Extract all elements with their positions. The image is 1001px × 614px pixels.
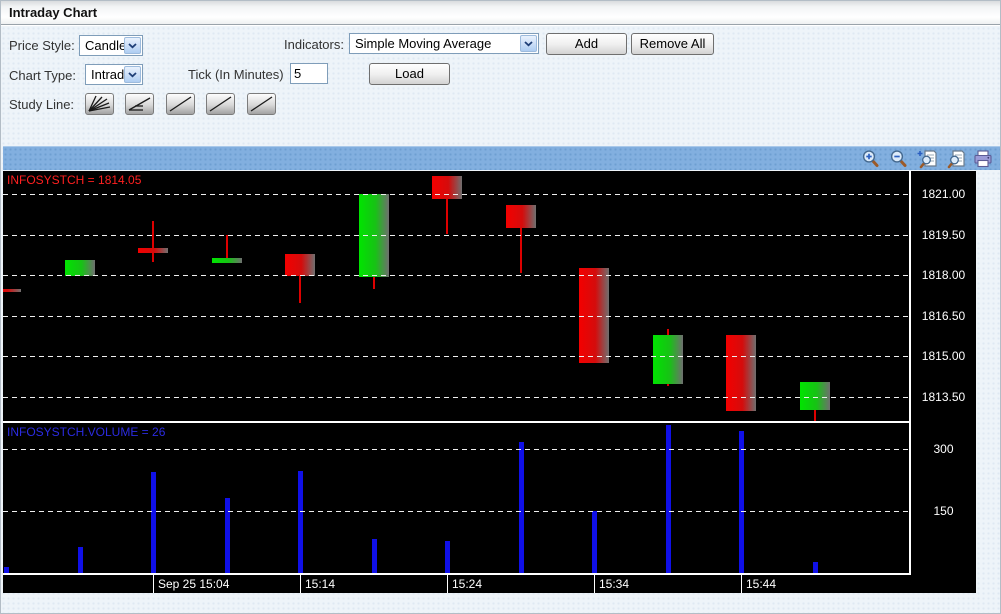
add-button[interactable]: Add [546, 33, 627, 55]
volume-bar [666, 425, 671, 573]
price-axis-panel: 1821.00 1819.50 1818.00 1816.50 1815.00 1813.… [911, 171, 976, 575]
time-axis-label: 15:14 [305, 577, 335, 591]
remove-all-button[interactable]: Remove All [631, 33, 714, 55]
study-line-angle-button[interactable] [125, 93, 154, 115]
price-gridline [3, 235, 909, 236]
volume-bar [4, 567, 9, 573]
price-gridline [3, 194, 909, 195]
price-axis-label: 1815.00 [911, 349, 976, 363]
volume-axis-label: 300 [911, 442, 976, 456]
volume-bar [813, 562, 818, 573]
page-title: Intraday Chart [1, 1, 97, 20]
time-axis-label: 15:34 [599, 577, 629, 591]
price-chart-pane: INFOSYSTCH = 1814.05 [3, 171, 909, 421]
volume-axis-label: 150 [911, 504, 976, 518]
angle-line-icon [127, 95, 152, 113]
price-axis-label: 1818.00 [911, 268, 976, 282]
chart-type-label: Chart Type: [9, 68, 76, 83]
volume-bar [445, 541, 450, 573]
title-bar: Intraday Chart [1, 1, 1000, 25]
indicators-value: Simple Moving Average [355, 36, 491, 51]
time-axis-tick [447, 575, 448, 593]
candle-body [432, 176, 462, 199]
study-line-trend-button-2[interactable] [206, 93, 235, 115]
candle-body [285, 254, 315, 276]
time-axis-tick [741, 575, 742, 593]
volume-gridline [3, 511, 909, 512]
study-line-label: Study Line: [9, 97, 74, 112]
trend-line-icon [249, 95, 274, 113]
price-axis-label: 1813.50 [911, 390, 976, 404]
chart-type-select[interactable]: Intraday [85, 64, 143, 85]
trend-line-icon [208, 95, 233, 113]
chevron-down-icon [520, 35, 537, 52]
volume-chart-pane: INFOSYSTCH.VOLUME = 26 [3, 423, 909, 573]
tick-minutes-label: Tick (In Minutes) [188, 67, 284, 82]
chevron-down-icon [124, 66, 141, 83]
candle-body [65, 260, 95, 276]
volume-bar [298, 471, 303, 573]
volume-bar [519, 442, 524, 573]
time-axis-label: 15:24 [452, 577, 482, 591]
price-style-label: Price Style: [9, 38, 75, 53]
chart-toolbar [3, 146, 1000, 170]
time-axis-tick [153, 575, 154, 593]
price-axis-label: 1816.50 [911, 309, 976, 323]
print-icon[interactable] [972, 149, 994, 169]
price-gridline [3, 356, 909, 357]
price-style-value: Candle [85, 38, 126, 53]
candle-body [653, 335, 683, 384]
volume-bar [151, 472, 156, 573]
zoom-document-icon[interactable] [944, 149, 966, 169]
fan-lines-icon [87, 95, 112, 113]
price-gridline [3, 397, 909, 398]
volume-gridline [3, 449, 909, 450]
study-line-trend-button-1[interactable] [166, 93, 195, 115]
time-axis-tick [594, 575, 595, 593]
study-line-fan-button[interactable] [85, 93, 114, 115]
price-gridline [3, 316, 909, 317]
price-axis-label: 1821.00 [911, 187, 976, 201]
chevron-down-icon [124, 37, 141, 54]
zoom-in-document-icon[interactable] [916, 149, 938, 169]
volume-bar [225, 498, 230, 573]
volume-bar [78, 547, 83, 573]
price-axis-label: 1819.50 [911, 228, 976, 242]
load-button[interactable]: Load [369, 63, 450, 85]
price-pane-symbol-label: INFOSYSTCH = 1814.05 [7, 173, 141, 187]
indicators-label: Indicators: [284, 37, 344, 52]
volume-pane-symbol-label: INFOSYSTCH.VOLUME = 26 [7, 425, 165, 439]
time-axis: Sep 25 15:04 15:14 15:24 15:34 15:44 [3, 575, 976, 593]
time-axis-label: 15:44 [746, 577, 776, 591]
candle-body [212, 258, 242, 263]
time-axis-label: Sep 25 15:04 [158, 577, 229, 591]
candle-body [3, 289, 21, 292]
price-style-select[interactable]: Candle [79, 35, 143, 56]
candle-body [506, 205, 536, 228]
study-line-trend-button-3[interactable] [247, 93, 276, 115]
candle-body [138, 248, 168, 253]
candle-body [726, 335, 756, 411]
zoom-out-icon[interactable] [888, 149, 910, 169]
volume-bar [739, 431, 744, 573]
indicators-select[interactable]: Simple Moving Average [349, 33, 539, 54]
candle-wick [152, 221, 154, 262]
volume-bar [592, 511, 597, 573]
zoom-in-icon[interactable] [860, 149, 882, 169]
tick-minutes-input[interactable] [290, 63, 328, 84]
time-axis-tick [300, 575, 301, 593]
page: Intraday Chart Price Style: Candle Indic… [0, 0, 1001, 614]
price-gridline [3, 275, 909, 276]
candle-body [800, 382, 830, 410]
volume-bar [372, 539, 377, 573]
trend-line-icon [168, 95, 193, 113]
